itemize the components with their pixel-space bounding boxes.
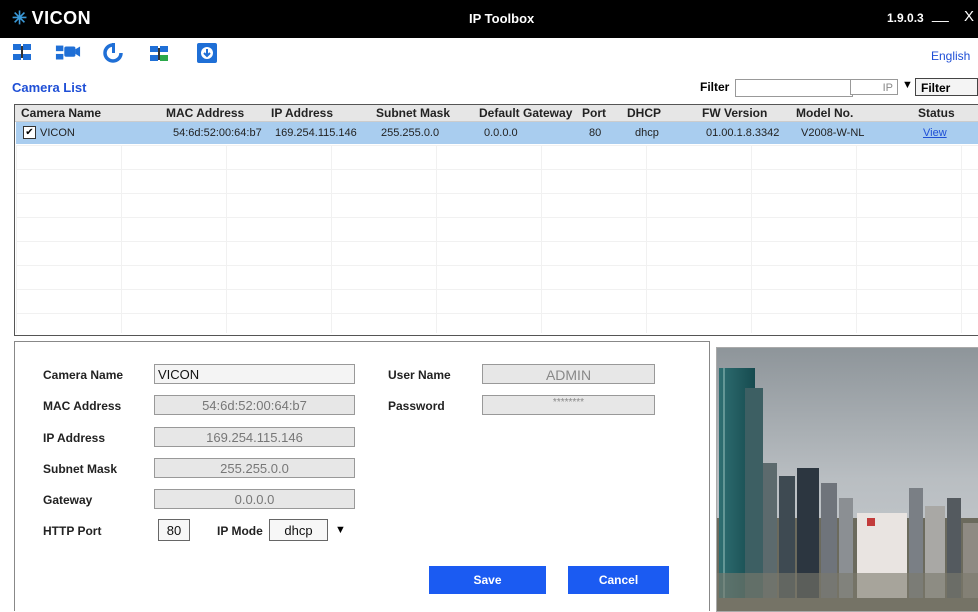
user-name-field[interactable]: ADMIN bbox=[482, 364, 655, 384]
cancel-button[interactable]: Cancel bbox=[568, 566, 669, 594]
ip-mode-select[interactable]: dhcp bbox=[269, 519, 328, 541]
filter-input[interactable] bbox=[735, 79, 853, 97]
cell-model: V2008-W-NL bbox=[801, 127, 865, 139]
password-field[interactable]: ******** bbox=[482, 395, 655, 415]
empty-grid-area bbox=[16, 145, 978, 333]
filter-label: Filter bbox=[700, 80, 730, 94]
user-name-label: User Name bbox=[388, 368, 451, 382]
cell-dhcp: dhcp bbox=[635, 127, 659, 139]
password-label: Password bbox=[388, 399, 445, 413]
camera-name-label: Camera Name bbox=[43, 368, 124, 382]
ip-address-field[interactable]: 169.254.115.146 bbox=[154, 427, 355, 447]
cell-camera-name: VICON bbox=[40, 127, 75, 139]
cell-gateway: 0.0.0.0 bbox=[484, 127, 518, 139]
col-ip-address[interactable]: IP Address bbox=[271, 106, 333, 120]
app-title: IP Toolbox bbox=[469, 11, 535, 26]
cell-ip: 169.254.115.146 bbox=[275, 127, 357, 139]
brand-name: VICON bbox=[31, 8, 92, 28]
cell-mac: 54:6d:52:00:64:b7 bbox=[173, 127, 262, 139]
col-subnet-mask[interactable]: Subnet Mask bbox=[376, 106, 450, 120]
vicon-star-icon: ✳ bbox=[12, 8, 28, 28]
gateway-label: Gateway bbox=[43, 493, 93, 507]
firmware-upgrade-icon[interactable] bbox=[194, 40, 220, 66]
ip-address-label: IP Address bbox=[43, 431, 106, 445]
col-model-no[interactable]: Model No. bbox=[796, 106, 853, 120]
ip-mode-dropdown-icon[interactable]: ▼ bbox=[335, 524, 346, 536]
col-mac-address[interactable]: MAC Address bbox=[166, 106, 244, 120]
cell-subnet: 255.255.0.0 bbox=[381, 127, 440, 139]
camera-list-icon[interactable] bbox=[55, 40, 81, 66]
table-row[interactable]: ✔ VICON 54:6d:52:00:64:b7 169.254.115.14… bbox=[16, 122, 978, 144]
table-header: Camera Name MAC Address IP Address Subne… bbox=[15, 105, 978, 122]
mac-address-label: MAC Address bbox=[43, 399, 122, 413]
subnet-mask-field[interactable]: 255.255.0.0 bbox=[154, 458, 355, 478]
col-camera-name[interactable]: Camera Name bbox=[21, 106, 101, 120]
close-button[interactable]: X bbox=[964, 8, 974, 25]
col-port[interactable]: Port bbox=[582, 106, 606, 120]
title-bar: ✳ VICON IP Toolbox 1.9.0.3 __ X bbox=[0, 0, 978, 38]
col-status[interactable]: Status bbox=[918, 106, 955, 120]
col-default-gateway[interactable]: Default Gateway bbox=[479, 106, 572, 120]
language-link[interactable]: English bbox=[931, 49, 970, 63]
version-label: 1.9.0.3 bbox=[887, 11, 924, 25]
save-button[interactable]: Save bbox=[429, 566, 546, 594]
camera-name-field[interactable]: VICON bbox=[154, 364, 355, 384]
http-port-label: HTTP Port bbox=[43, 524, 102, 538]
gateway-field[interactable]: 0.0.0.0 bbox=[154, 489, 355, 509]
refresh-icon[interactable] bbox=[100, 40, 126, 66]
vicon-logo: ✳ VICON bbox=[12, 8, 91, 29]
minimize-button[interactable]: __ bbox=[932, 6, 949, 23]
mac-address-field[interactable]: 54:6d:52:00:64:b7 bbox=[154, 395, 355, 415]
col-dhcp[interactable]: DHCP bbox=[627, 106, 661, 120]
filter-type-select[interactable]: IP bbox=[850, 79, 898, 95]
search-camera-icon[interactable] bbox=[12, 40, 38, 66]
view-link[interactable]: View bbox=[923, 127, 947, 139]
ip-mode-label: IP Mode bbox=[217, 524, 263, 538]
network-config-icon[interactable] bbox=[149, 40, 175, 66]
cell-port: 80 bbox=[589, 127, 602, 139]
camera-table: Camera Name MAC Address IP Address Subne… bbox=[14, 104, 978, 336]
subnet-mask-label: Subnet Mask bbox=[43, 462, 118, 476]
row-checkbox[interactable]: ✔ bbox=[23, 126, 36, 139]
cell-fw: 01.00.1.8.3342 bbox=[706, 127, 780, 139]
camera-detail-form: Camera Name VICON MAC Address 54:6d:52:0… bbox=[14, 341, 710, 611]
toolbar bbox=[0, 38, 978, 74]
filter-type-dropdown-icon[interactable]: ▼ bbox=[902, 79, 913, 91]
camera-list-title: Camera List bbox=[12, 80, 87, 95]
http-port-field[interactable]: 80 bbox=[158, 519, 190, 541]
camera-preview-image bbox=[716, 347, 978, 612]
col-fw-version[interactable]: FW Version bbox=[702, 106, 767, 120]
filter-button[interactable]: Filter bbox=[915, 78, 978, 96]
